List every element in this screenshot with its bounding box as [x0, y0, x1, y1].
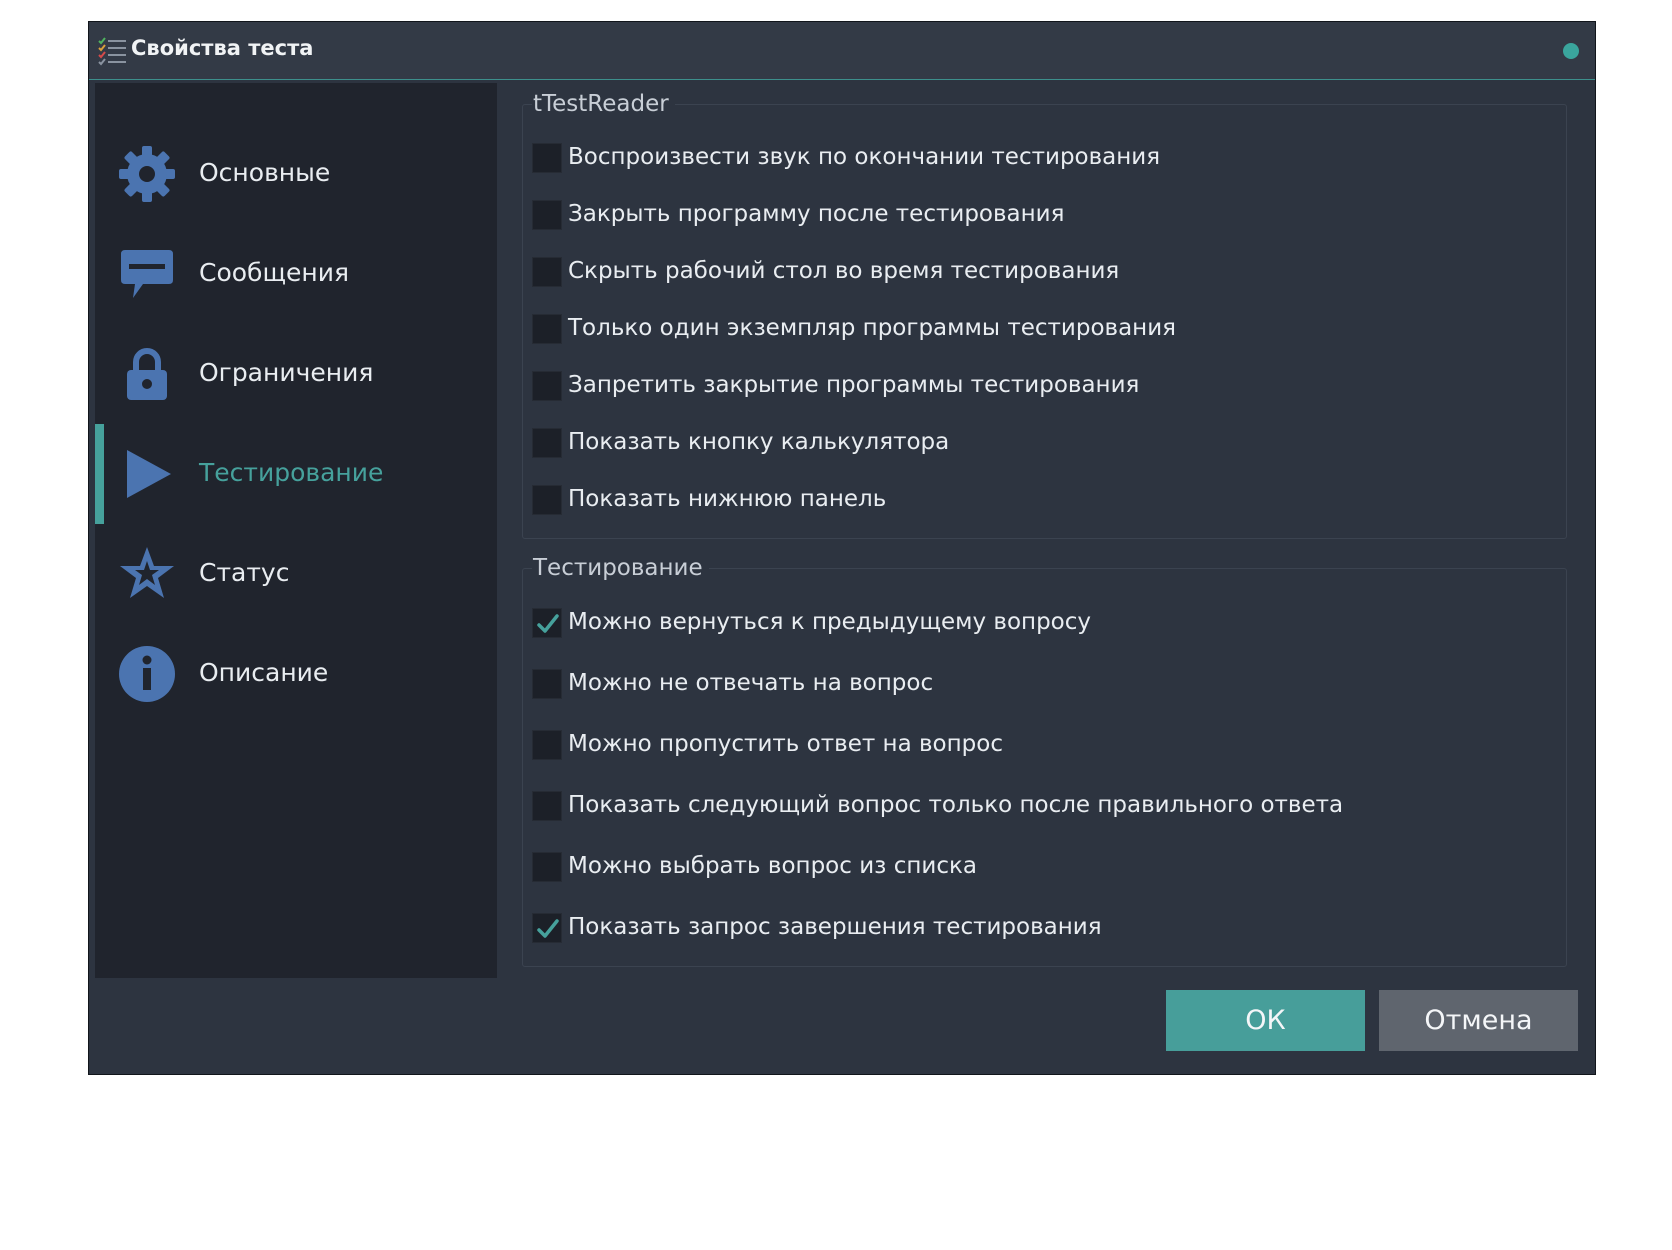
sidebar-item-label: Описание	[199, 658, 329, 687]
checkmark-icon	[537, 614, 559, 633]
sidebar-item-label: Основные	[199, 158, 331, 187]
sidebar-item-messages[interactable]: Сообщения	[95, 224, 497, 324]
sidebar-item-description[interactable]: Описание	[95, 624, 497, 724]
active-indicator	[95, 324, 104, 424]
sidebar-item-testing[interactable]: Тестирование	[95, 424, 497, 524]
checkbox-label: Показать нижнюю панель	[568, 486, 887, 512]
checkmark-icon	[537, 919, 559, 938]
checklist-icon	[98, 37, 126, 66]
window-title: Свойства теста	[131, 36, 314, 60]
active-indicator	[95, 624, 104, 724]
checkbox-label: Показать запрос завершения тестирования	[568, 914, 1102, 940]
title-bar: Свойства теста	[89, 22, 1595, 80]
checkbox-box[interactable]	[532, 371, 562, 401]
sidebar-item-restrictions[interactable]: Ограничения	[95, 324, 497, 424]
checkbox-box[interactable]	[532, 791, 562, 821]
status-dot-icon	[1563, 43, 1579, 59]
star-icon	[120, 547, 174, 598]
active-indicator	[95, 424, 104, 524]
sidebar-item-label: Ограничения	[199, 358, 374, 387]
checkbox-box[interactable]	[532, 200, 562, 230]
checkbox-label: Воспроизвести звук по окончании тестиров…	[568, 144, 1161, 170]
checkbox-label: Можно не отвечать на вопрос	[568, 670, 934, 696]
reader-group-title: tTestReader	[532, 91, 675, 117]
sidebar-item-label: Сообщения	[199, 258, 350, 287]
checkbox-box[interactable]	[532, 428, 562, 458]
sidebar-item-label: Тестирование	[199, 458, 384, 487]
active-indicator	[95, 124, 104, 224]
properties-dialog: Свойства теста Основные Сообщения Ограни…	[88, 21, 1596, 1075]
checkbox-box[interactable]	[532, 669, 562, 699]
checkbox-label: Можно вернуться к предыдущему вопросу	[568, 609, 1092, 635]
checkbox-label: Показать следующий вопрос только после п…	[568, 792, 1344, 818]
checkbox-box[interactable]	[532, 608, 562, 638]
checkbox-label: Показать кнопку калькулятора	[568, 429, 950, 455]
lock-icon	[127, 348, 167, 400]
ok-button[interactable]: ОК	[1166, 990, 1365, 1051]
info-icon	[119, 646, 175, 702]
checkbox-box[interactable]	[532, 257, 562, 287]
checkbox-box[interactable]	[532, 730, 562, 760]
sidebar-item-status[interactable]: Статус	[95, 524, 497, 624]
cancel-button[interactable]: Отмена	[1379, 990, 1578, 1051]
active-indicator	[95, 524, 104, 624]
sidebar-item-general[interactable]: Основные	[95, 124, 497, 224]
play-icon	[127, 450, 171, 498]
checkbox-box[interactable]	[532, 485, 562, 515]
checkbox-label: Можно пропустить ответ на вопрос	[568, 731, 1003, 757]
checkbox-label: Только один экземпляр программы тестиров…	[568, 315, 1176, 341]
checkbox-box[interactable]	[532, 143, 562, 173]
message-icon	[121, 250, 173, 298]
checkbox-label: Закрыть программу после тестирования	[568, 201, 1065, 227]
gear-icon	[119, 146, 175, 202]
sidebar-item-label: Статус	[199, 558, 290, 587]
checkbox-label: Запретить закрытие программы тестировани…	[568, 372, 1140, 398]
sidebar: Основные Сообщения Ограничения Тестирова…	[95, 83, 497, 978]
active-indicator	[95, 224, 104, 324]
checkbox-box[interactable]	[532, 852, 562, 882]
testing-group-title: Тестирование	[532, 555, 709, 581]
checkbox-label: Можно выбрать вопрос из списка	[568, 853, 977, 879]
checkbox-box[interactable]	[532, 314, 562, 344]
checkbox-box[interactable]	[532, 913, 562, 943]
checkbox-label: Скрыть рабочий стол во время тестировани…	[568, 258, 1120, 284]
